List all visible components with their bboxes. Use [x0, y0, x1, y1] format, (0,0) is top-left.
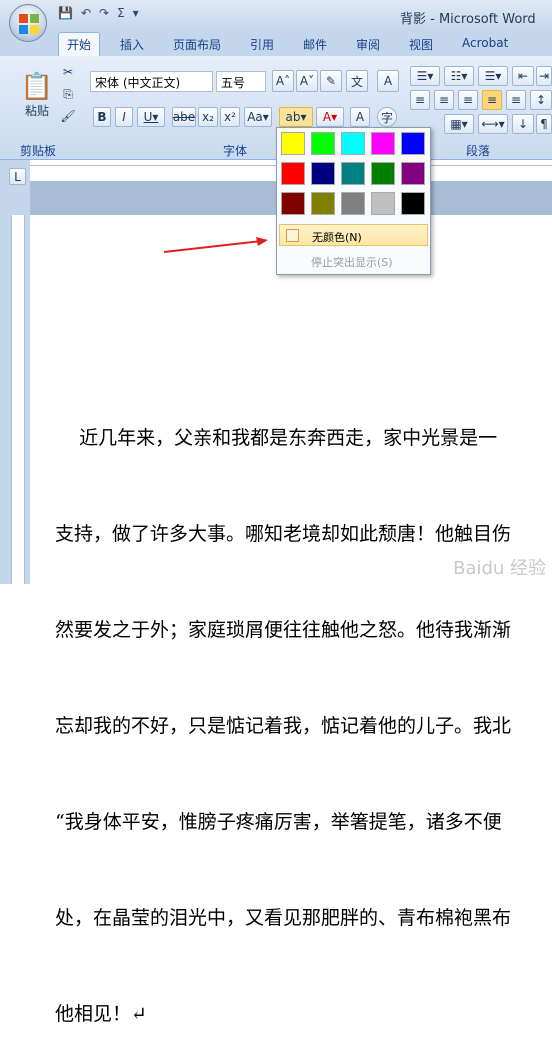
- paragraph-group-label: 段落: [466, 144, 491, 158]
- cut-icon[interactable]: ✂: [60, 64, 76, 80]
- annotation-arrow-icon: [163, 237, 268, 253]
- no-color-label: 无颜色(N): [312, 231, 362, 244]
- color-swatch[interactable]: [311, 132, 335, 155]
- strikethrough-icon[interactable]: abe: [172, 107, 196, 127]
- office-button[interactable]: [9, 4, 47, 42]
- asian-layout-icon[interactable]: ⟷▾: [478, 114, 508, 134]
- decrease-indent-icon[interactable]: ⇤: [512, 66, 534, 86]
- save-icon[interactable]: 💾: [58, 6, 73, 20]
- body-line: 支持，做了许多大事。哪知老境却如此颓唐！他触目伤: [55, 523, 512, 545]
- body-line: 处，在晶莹的泪光中，又看见那肥胖的、青布棉袍黑布: [55, 907, 512, 929]
- superscript-icon[interactable]: x²: [220, 107, 240, 127]
- char-border-icon[interactable]: A: [377, 70, 399, 92]
- bold-icon[interactable]: B: [93, 107, 111, 127]
- redo-icon[interactable]: ↷: [99, 6, 109, 20]
- color-swatch[interactable]: [281, 132, 305, 155]
- paste-label: 粘贴: [24, 103, 49, 118]
- tab-references[interactable]: 引用: [250, 36, 274, 53]
- font-name-combo[interactable]: 宋体 (中文正文): [90, 71, 213, 92]
- color-swatch[interactable]: [341, 192, 365, 215]
- title-bar: 💾 ↶ ↷ Σ ▾ 背影 - Microsoft Word: [0, 0, 552, 32]
- tab-stop-selector-icon[interactable]: L: [9, 168, 26, 185]
- body-line: 然要发之于外；家庭琐屑便往往触他之怒。他待我渐渐: [55, 619, 512, 641]
- numbering-icon[interactable]: ☷▾: [444, 66, 474, 86]
- format-painter-icon[interactable]: 🖌: [60, 108, 76, 124]
- body-line: 近几年来，父亲和我都是东奔西走，家中光景是一: [55, 427, 498, 449]
- paste-button[interactable]: 📋 粘贴: [17, 60, 57, 130]
- tab-acrobat[interactable]: Acrobat: [462, 36, 508, 50]
- vertical-ruler[interactable]: [11, 215, 25, 584]
- show-marks-icon[interactable]: ¶: [536, 114, 552, 134]
- office-logo-icon: [19, 14, 39, 34]
- highlight-color-icon[interactable]: ab▾: [279, 107, 313, 127]
- body-line: 忘却我的不好，只是惦记着我，惦记着他的儿子。我北: [55, 715, 512, 737]
- multilevel-list-icon[interactable]: ☰▾: [478, 66, 508, 86]
- clipboard-group-label: 剪贴板: [20, 144, 57, 158]
- body-line: “我身体平安，惟膀子疼痛厉害，举箸提笔，诸多不便: [55, 811, 502, 833]
- phonetic-icon[interactable]: 文: [346, 70, 368, 92]
- align-right-icon[interactable]: ≡: [458, 90, 478, 110]
- color-swatch[interactable]: [401, 162, 425, 185]
- no-color-item[interactable]: 无颜色(N): [279, 224, 428, 246]
- undo-icon[interactable]: ↶: [81, 6, 91, 20]
- clear-format-icon[interactable]: ✎: [320, 70, 342, 92]
- clipboard-icon: 📋: [20, 71, 54, 102]
- stop-highlight-item[interactable]: 停止突出显示(S): [279, 250, 428, 272]
- window-title: 背影 - Microsoft Word: [400, 12, 536, 27]
- watermark: Baidu 经验: [453, 558, 546, 579]
- font-group-label: 字体: [223, 144, 248, 158]
- char-shading-icon[interactable]: A: [350, 107, 370, 127]
- font-size-combo[interactable]: 五号: [216, 71, 266, 92]
- sum-icon[interactable]: Σ: [117, 6, 125, 20]
- quick-access-toolbar: 💾 ↶ ↷ Σ ▾: [58, 6, 139, 20]
- increase-indent-icon[interactable]: ⇥: [536, 66, 552, 86]
- tab-layout[interactable]: 页面布局: [173, 36, 221, 53]
- color-swatch[interactable]: [371, 162, 395, 185]
- grow-font-icon[interactable]: A˄: [272, 70, 294, 92]
- no-color-swatch: [286, 229, 299, 242]
- color-swatch[interactable]: [371, 192, 395, 215]
- line-spacing-icon[interactable]: ↕: [530, 90, 552, 110]
- tab-mailings[interactable]: 邮件: [303, 36, 327, 53]
- ribbon-tabs: 开始 插入 页面布局 引用 邮件 审阅 视图 Acrobat: [0, 32, 552, 56]
- italic-icon[interactable]: I: [115, 107, 133, 127]
- enclose-char-icon[interactable]: 字: [377, 107, 397, 127]
- document-body[interactable]: 近几年来，父亲和我都是东奔西走，家中光景是一 支持，做了许多大事。哪知老境却如此…: [55, 358, 511, 1062]
- change-case-icon[interactable]: Aa▾: [244, 107, 272, 127]
- subscript-icon[interactable]: x₂: [198, 107, 218, 127]
- color-swatch[interactable]: [341, 132, 365, 155]
- color-swatch[interactable]: [401, 132, 425, 155]
- body-line: 他相见！↵: [55, 1003, 147, 1025]
- tab-review[interactable]: 审阅: [356, 36, 380, 53]
- color-swatch[interactable]: [281, 192, 305, 215]
- color-swatch[interactable]: [281, 162, 305, 185]
- color-swatch[interactable]: [311, 162, 335, 185]
- align-center-icon[interactable]: ≡: [434, 90, 454, 110]
- stop-highlight-label: 停止突出显示(S): [311, 256, 393, 269]
- align-left-icon[interactable]: ≡: [410, 90, 430, 110]
- bullets-icon[interactable]: ☰▾: [410, 66, 440, 86]
- highlight-color-menu: 无颜色(N) 停止突出显示(S): [276, 127, 431, 275]
- font-color-icon[interactable]: A▾: [316, 107, 344, 127]
- color-swatch[interactable]: [371, 132, 395, 155]
- color-swatch[interactable]: [311, 192, 335, 215]
- tab-insert[interactable]: 插入: [120, 36, 144, 53]
- underline-icon[interactable]: U▾: [137, 107, 165, 127]
- color-swatch[interactable]: [341, 162, 365, 185]
- borders-icon[interactable]: ▦▾: [444, 114, 474, 134]
- copy-icon[interactable]: ⎘: [60, 86, 76, 102]
- shrink-font-icon[interactable]: A˅: [296, 70, 318, 92]
- customize-qat-icon[interactable]: ▾: [133, 6, 139, 20]
- sort-icon[interactable]: ↓: [512, 114, 534, 134]
- tab-view[interactable]: 视图: [409, 36, 433, 53]
- tab-home[interactable]: 开始: [58, 32, 101, 56]
- justify-icon[interactable]: ≡: [482, 90, 502, 110]
- color-swatch[interactable]: [401, 192, 425, 215]
- distributed-icon[interactable]: ≡: [506, 90, 526, 110]
